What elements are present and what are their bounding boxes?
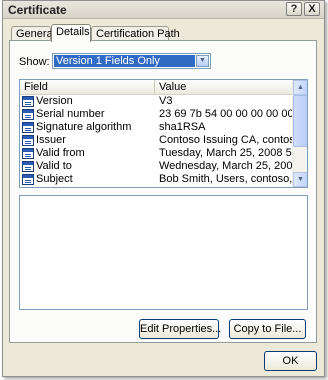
help-button[interactable]: ? [286,2,302,16]
list-header: Field Value [20,80,293,95]
certificate-field-icon [22,174,34,185]
field-value: Bob Smith, Users, contoso, com [159,173,293,185]
certificate-field-icon [22,161,34,172]
certificate-field-icon [22,109,34,120]
field-value: V3 [159,95,173,107]
certificate-field-icon [22,135,34,146]
field-value: sha1RSA [159,121,206,133]
scroll-down-arrow-icon[interactable]: ▼ [293,172,307,187]
field-value: Tuesday, March 25, 2008 5:37:14 [159,147,293,159]
show-label: Show: [19,56,50,68]
fields-list[interactable]: Field Value Version V3 Serial number 23 … [19,79,308,188]
list-item[interactable]: Signature algorithm sha1RSA [20,121,293,134]
certificate-field-icon [22,148,34,159]
show-dropdown-value: Version 1 Fields Only [54,55,195,67]
field-value: Wednesday, March 25, 2009 5:37:1 [159,160,293,172]
list-item[interactable]: Subject Bob Smith, Users, contoso, com [20,173,293,186]
list-item[interactable]: Version V3 [20,95,293,108]
close-button[interactable]: X [304,2,320,16]
field-detail-box[interactable] [19,195,308,310]
certificate-dialog: Certificate ? X General Details Certific… [2,0,325,377]
field-name: Issuer [36,134,66,146]
column-header-field[interactable]: Field [20,80,155,94]
column-header-value[interactable]: Value [155,80,293,94]
chevron-down-icon[interactable]: ▼ [196,55,209,67]
field-name: Valid to [36,160,72,172]
field-value: 23 69 7b 54 00 00 00 00 00 04 [159,108,293,120]
title-bar[interactable]: Certificate ? X [3,1,324,19]
list-item[interactable]: Serial number 23 69 7b 54 00 00 00 00 00… [20,108,293,121]
tab-certification-path[interactable]: Certification Path [91,26,180,41]
list-rows: Version V3 Serial number 23 69 7b 54 00 … [20,95,293,186]
list-item[interactable]: Valid from Tuesday, March 25, 2008 5:37:… [20,147,293,160]
scrollbar-thumb[interactable] [293,95,307,147]
field-name: Subject [36,173,73,185]
ok-button[interactable]: OK [264,351,317,371]
show-dropdown[interactable]: Version 1 Fields Only ▼ [52,53,211,69]
certificate-field-icon [22,122,34,133]
list-item[interactable]: Issuer Contoso Issuing CA, contoso, com [20,134,293,147]
dialog-title: Certificate [8,3,67,17]
details-panel: Show: Version 1 Fields Only ▼ Field Valu… [9,40,317,343]
tab-general[interactable]: General [11,26,55,41]
field-name: Version [36,95,73,107]
field-value: Contoso Issuing CA, contoso, com [159,134,293,146]
certificate-field-icon [22,96,34,107]
field-name: Signature algorithm [36,121,132,133]
field-name: Serial number [36,108,105,120]
edit-properties-button[interactable]: Edit Properties... [139,319,221,339]
scroll-up-arrow-icon[interactable]: ▲ [293,80,307,95]
list-item[interactable]: Valid to Wednesday, March 25, 2009 5:37:… [20,160,293,173]
copy-to-file-button[interactable]: Copy to File... [229,319,306,339]
tab-details[interactable]: Details [51,24,91,42]
field-name: Valid from [36,147,85,159]
list-scrollbar[interactable]: ▲ ▼ [292,80,307,187]
